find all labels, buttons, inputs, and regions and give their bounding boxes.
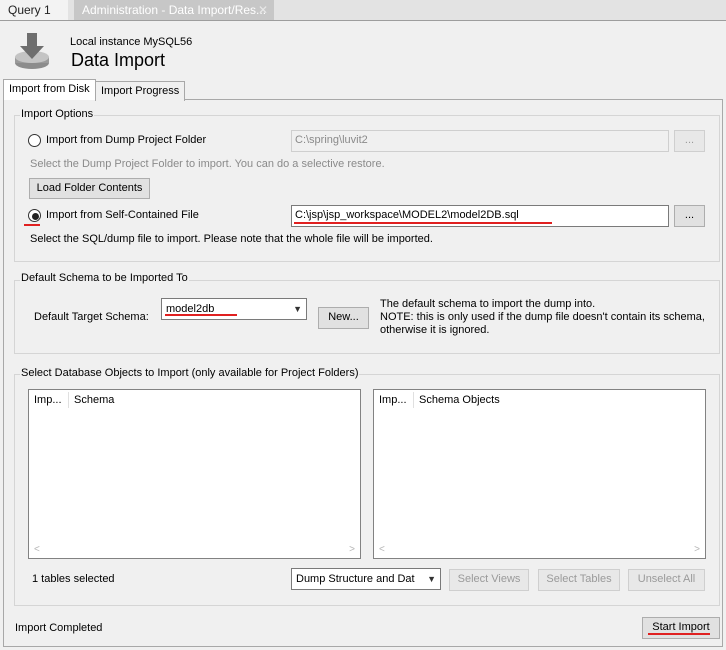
import-status: Import Completed bbox=[15, 622, 103, 634]
column-header-schema-objects[interactable]: Schema Objects bbox=[419, 390, 500, 410]
tab-label: Import from Disk bbox=[9, 83, 90, 95]
self-contained-file-label: Import from Self-Contained File bbox=[46, 209, 199, 221]
schema-note-line-1: The default schema to import the dump in… bbox=[380, 298, 596, 310]
self-contained-file-hint: Select the SQL/dump file to import. Plea… bbox=[30, 233, 433, 245]
start-import-button[interactable]: Start Import bbox=[642, 617, 720, 639]
database-objects-label: Select Database Objects to Import (only … bbox=[20, 367, 360, 379]
chevron-down-icon: ▼ bbox=[293, 304, 302, 314]
schema-list[interactable]: Imp... Schema < > bbox=[28, 389, 361, 559]
default-target-schema-label: Default Target Schema: bbox=[34, 311, 149, 323]
annotation-underline bbox=[294, 222, 552, 224]
load-folder-contents-button[interactable]: Load Folder Contents bbox=[29, 178, 150, 199]
instance-name: Local instance MySQL56 bbox=[70, 36, 193, 48]
select-tables-button[interactable]: Select Tables bbox=[538, 569, 620, 591]
column-divider bbox=[413, 392, 414, 408]
annotation-underline bbox=[24, 224, 40, 226]
tables-selected-status: 1 tables selected bbox=[32, 573, 115, 585]
dump-folder-path-field[interactable]: C:\spring\luvit2 bbox=[291, 130, 669, 152]
scroll-left-icon[interactable]: < bbox=[34, 544, 40, 555]
dump-folder-radio[interactable] bbox=[28, 134, 41, 147]
dump-folder-label: Import from Dump Project Folder bbox=[46, 134, 207, 146]
scroll-right-icon[interactable]: > bbox=[694, 544, 700, 555]
tab-label: Administration - Data Import/Res... bbox=[82, 3, 267, 17]
chevron-down-icon: ▼ bbox=[427, 574, 436, 584]
column-header-import[interactable]: Imp... bbox=[379, 390, 407, 410]
scroll-right-icon[interactable]: > bbox=[349, 544, 355, 555]
close-icon[interactable]: ✕ bbox=[258, 0, 268, 20]
unselect-all-button[interactable]: Unselect All bbox=[628, 569, 705, 591]
scroll-left-icon[interactable]: < bbox=[379, 544, 385, 555]
tab-label: Query 1 bbox=[8, 3, 51, 17]
dump-folder-hint: Select the Dump Project Folder to import… bbox=[30, 158, 385, 170]
column-divider bbox=[68, 392, 69, 408]
self-contained-file-radio[interactable] bbox=[28, 209, 41, 222]
schema-note-line-3: otherwise it is ignored. bbox=[380, 324, 490, 336]
tab-administration-data-import[interactable]: Administration - Data Import/Res... ✕ bbox=[74, 0, 274, 20]
horizontal-scrollbar[interactable]: < > bbox=[29, 543, 360, 558]
dump-type-value: Dump Structure and Dat bbox=[296, 573, 415, 585]
browse-dump-folder-button[interactable]: ... bbox=[674, 130, 705, 152]
import-options-label: Import Options bbox=[20, 108, 95, 120]
page-title: Data Import bbox=[71, 50, 166, 70]
annotation-underline bbox=[648, 633, 710, 635]
horizontal-scrollbar[interactable]: < > bbox=[374, 543, 705, 558]
schema-objects-list-header: Imp... Schema Objects bbox=[374, 390, 705, 410]
annotation-underline bbox=[165, 314, 237, 316]
browse-file-button[interactable]: ... bbox=[674, 205, 705, 227]
default-target-schema-select[interactable]: model2db ▼ bbox=[161, 298, 307, 320]
column-header-import[interactable]: Imp... bbox=[34, 390, 62, 410]
dump-type-select[interactable]: Dump Structure and Dat ▼ bbox=[291, 568, 441, 590]
column-header-schema[interactable]: Schema bbox=[74, 390, 114, 410]
schema-list-header: Imp... Schema bbox=[29, 390, 360, 410]
new-schema-button[interactable]: New... bbox=[318, 307, 369, 329]
select-views-button[interactable]: Select Views bbox=[449, 569, 529, 591]
import-arrow-icon bbox=[15, 33, 49, 69]
tab-import-progress[interactable]: Import Progress bbox=[95, 81, 186, 101]
schema-note-line-2: NOTE: this is only used if the dump file… bbox=[380, 311, 705, 323]
default-schema-label: Default Schema to be Imported To bbox=[20, 272, 189, 284]
radio-selected-dot bbox=[32, 213, 39, 220]
tab-query-1[interactable]: Query 1 bbox=[0, 0, 68, 20]
schema-objects-list[interactable]: Imp... Schema Objects < > bbox=[373, 389, 706, 559]
tab-label: Import Progress bbox=[101, 85, 180, 97]
tab-import-from-disk[interactable]: Import from Disk bbox=[3, 79, 96, 100]
tab-bar-divider bbox=[0, 20, 726, 21]
